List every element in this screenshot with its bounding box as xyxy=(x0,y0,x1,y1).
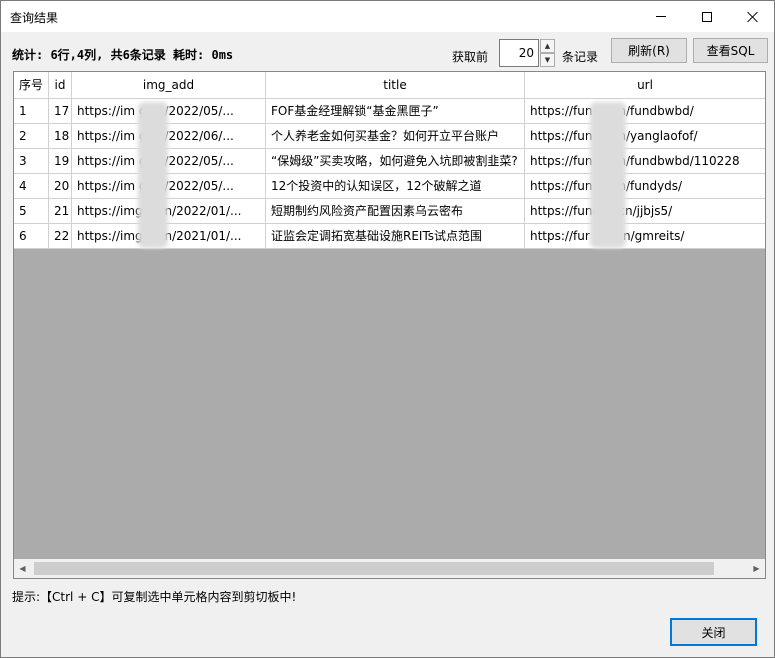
table-cell[interactable]: 证监会定调拓宽基础设施REITs试点范围 xyxy=(266,224,525,249)
table-cell[interactable]: 6 xyxy=(14,224,49,249)
fetch-count-input[interactable]: 20 xyxy=(499,39,539,67)
table-cell[interactable]: 22 xyxy=(49,224,72,249)
table-cell[interactable]: 5 xyxy=(14,199,49,224)
table-cell[interactable]: https://fur om.cn/gmreits/ xyxy=(525,224,765,249)
table-cell[interactable]: 21 xyxy=(49,199,72,224)
table-cell[interactable]: 3 xyxy=(14,149,49,174)
table-cell[interactable]: 17 xyxy=(49,99,72,124)
fetch-label: 获取前 xyxy=(452,50,489,64)
table-cell[interactable]: https://fun m.cn/fundyds/ xyxy=(525,174,765,199)
window-title: 查询结果 xyxy=(10,11,59,25)
table-cell[interactable]: https://im g.cn/2022/06/... xyxy=(72,124,266,149)
table-cell[interactable]: 短期制约风险资产配置因素乌云密布 xyxy=(266,199,525,224)
table-row[interactable]: 3 19 https://im g.cn/2022/05/... “保姆级”买卖… xyxy=(14,149,765,174)
scroll-left-icon[interactable]: ◀ xyxy=(14,559,31,578)
close-window-button[interactable] xyxy=(730,1,775,32)
table-cell[interactable]: 20 xyxy=(49,174,72,199)
column-header[interactable]: title xyxy=(266,72,525,99)
table-cell[interactable]: https://im g.cn/2022/05/... xyxy=(72,174,266,199)
refresh-button[interactable]: 刷新(R) xyxy=(611,38,687,63)
horizontal-scrollbar[interactable]: ◀ ▶ xyxy=(14,559,765,578)
title-bar: 查询结果 xyxy=(1,1,774,32)
stats-text: 统计: 6行,4列, 共6条记录 耗时: 0ms xyxy=(12,48,234,62)
scroll-right-icon[interactable]: ▶ xyxy=(748,559,765,578)
close-button[interactable]: 关闭 xyxy=(670,618,757,646)
table-cell[interactable]: 4 xyxy=(14,174,49,199)
table-cell[interactable]: https://func m.cn/jjbjs5/ xyxy=(525,199,765,224)
maximize-button[interactable] xyxy=(684,1,730,32)
table-cell[interactable]: 2 xyxy=(14,124,49,149)
maximize-icon xyxy=(702,11,712,22)
table-row[interactable]: 1 17 https://im g.cn/2022/05/... FOF基金经理… xyxy=(14,99,765,124)
table-cell[interactable]: https://img g.cn/2021/01/... xyxy=(72,224,266,249)
spin-up-icon[interactable]: ▲ xyxy=(540,39,555,53)
header-row: 序号 id img_add title url xyxy=(14,72,765,99)
hint-text: 提示:【Ctrl + C】可复制选中单元格内容到剪切板中! xyxy=(12,590,297,604)
table-cell[interactable]: FOF基金经理解锁“基金黑匣子” xyxy=(266,99,525,124)
table-row[interactable]: 6 22 https://img g.cn/2021/01/... 证监会定调拓… xyxy=(14,224,765,249)
record-unit-label: 条记录 xyxy=(562,50,599,64)
table-cell[interactable]: https://fun m.cn/yanglaofof/ xyxy=(525,124,765,149)
table-cell[interactable]: 12个投资中的认知误区，12个破解之道 xyxy=(266,174,525,199)
minimize-icon xyxy=(656,16,666,17)
redaction-blur xyxy=(590,102,626,248)
table-cell[interactable]: https://im g.cn/2022/05/... xyxy=(72,149,266,174)
table-row[interactable]: 5 21 https://img g.cn/2022/01/... 短期制约风险… xyxy=(14,199,765,224)
query-result-window: 查询结果 统计: 6行,4列, 共6条记录 耗时: 0ms 获取前 20 ▲ ▼… xyxy=(0,0,775,658)
table-cell[interactable]: https://img g.cn/2022/01/... xyxy=(72,199,266,224)
table-cell[interactable]: 个人养老金如何买基金？如何开立平台账户 xyxy=(266,124,525,149)
close-icon xyxy=(747,11,759,23)
table-cell[interactable]: https://fun m.cn/fundbwbd/110228 xyxy=(525,149,765,174)
scrollbar-thumb[interactable] xyxy=(34,562,714,575)
column-header[interactable]: img_add xyxy=(72,72,266,99)
column-header[interactable]: 序号 xyxy=(14,72,49,99)
table-cell[interactable]: https://im g.cn/2022/05/... xyxy=(72,99,266,124)
view-sql-button[interactable]: 查看SQL xyxy=(693,38,768,63)
redaction-blur xyxy=(138,102,168,248)
table-cell[interactable]: “保姆级”买卖攻略，如何避免入坑即被割韭菜? xyxy=(266,149,525,174)
minimize-button[interactable] xyxy=(638,1,684,32)
table-row[interactable]: 2 18 https://im g.cn/2022/06/... 个人养老金如何… xyxy=(14,124,765,149)
column-header[interactable]: url xyxy=(525,72,765,99)
table-cell[interactable]: 19 xyxy=(49,149,72,174)
table-cell[interactable]: https://fun m.cn/fundbwbd/ xyxy=(525,99,765,124)
fetch-count-stepper[interactable]: 20 ▲ ▼ xyxy=(499,39,557,67)
column-header[interactable]: id xyxy=(49,72,72,99)
result-grid[interactable]: 序号 id img_add title url 1 17 https://im … xyxy=(13,71,766,579)
table-cell[interactable]: 18 xyxy=(49,124,72,149)
table-cell[interactable]: 1 xyxy=(14,99,49,124)
spin-down-icon[interactable]: ▼ xyxy=(540,53,555,67)
table-row[interactable]: 4 20 https://im g.cn/2022/05/... 12个投资中的… xyxy=(14,174,765,199)
